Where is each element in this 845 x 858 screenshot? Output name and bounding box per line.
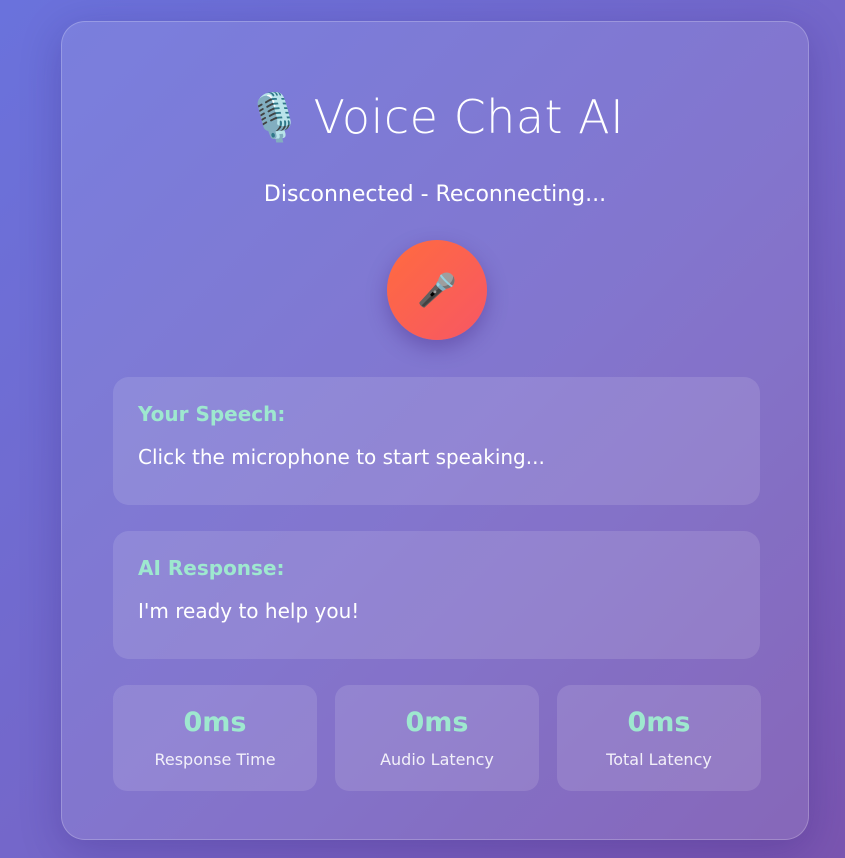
voice-chat-card: 🎙️ Voice Chat AI Disconnected - Reconnect… xyxy=(61,21,809,840)
connection-status: Disconnected - Reconnecting... xyxy=(263,182,607,207)
metric-value: 0ms xyxy=(627,707,691,738)
microphone-icon: 🎤 xyxy=(417,272,457,308)
speech-panel: Your Speech: Click the microphone to sta… xyxy=(113,377,760,505)
studio-microphone-icon: 🎙️ xyxy=(245,90,304,144)
ai-response-text: I'm ready to help you! xyxy=(138,599,360,623)
metric-label: Response Time xyxy=(154,750,276,769)
metric-response-time: 0ms Response Time xyxy=(113,685,317,791)
metric-total-latency: 0ms Total Latency xyxy=(557,685,761,791)
metric-value: 0ms xyxy=(183,707,247,738)
microphone-button[interactable]: 🎤 xyxy=(387,240,487,340)
metric-value: 0ms xyxy=(405,707,469,738)
response-panel-title: AI Response: xyxy=(138,556,285,580)
response-panel: AI Response: I'm ready to help you! xyxy=(113,531,760,659)
metric-audio-latency: 0ms Audio Latency xyxy=(335,685,539,791)
title-text: Voice Chat AI xyxy=(313,90,625,144)
metric-label: Audio Latency xyxy=(380,750,494,769)
page-title: 🎙️ Voice Chat AI xyxy=(62,94,808,140)
metric-label: Total Latency xyxy=(606,750,712,769)
speech-panel-title: Your Speech: xyxy=(138,402,286,426)
speech-transcript: Click the microphone to start speaking..… xyxy=(138,445,545,469)
